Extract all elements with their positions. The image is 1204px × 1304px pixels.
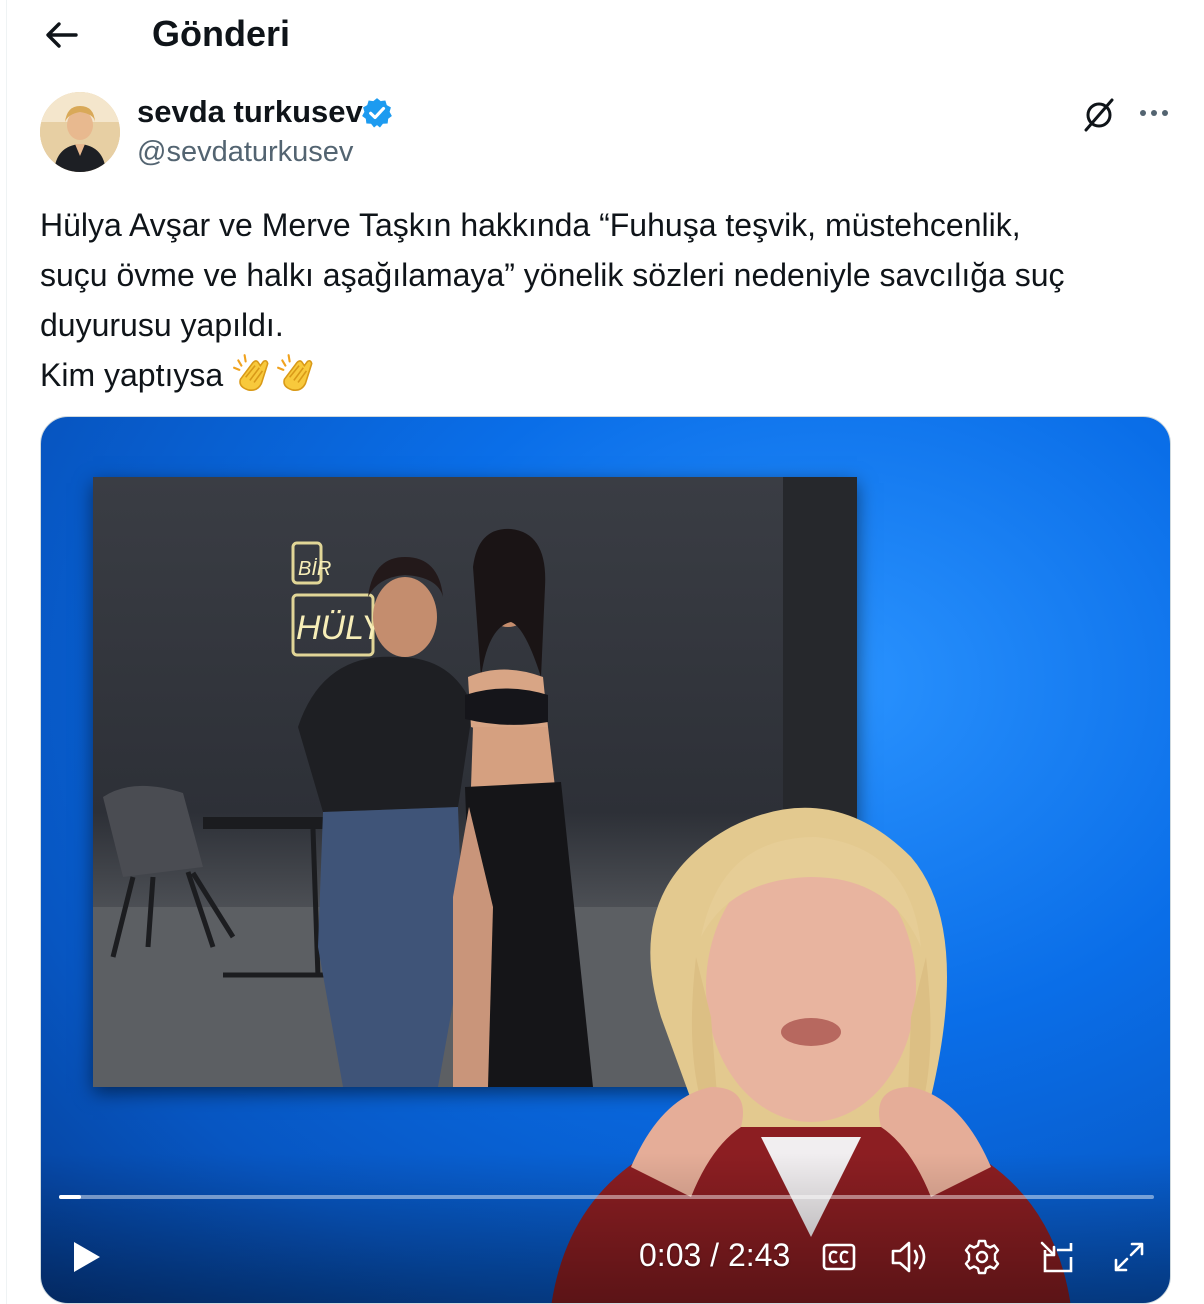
back-button[interactable] — [36, 14, 86, 56]
grok-icon[interactable] — [1080, 96, 1118, 134]
verified-badge-icon[interactable] — [360, 96, 394, 130]
settings-button[interactable] — [959, 1235, 1005, 1279]
video-player[interactable]: BİR HÜLY 0:03 / 2:43 — [40, 416, 1171, 1304]
video-progress-bar[interactable] — [59, 1195, 1154, 1199]
more-options-button[interactable] — [1134, 96, 1174, 130]
volume-icon — [891, 1241, 926, 1273]
author-display-name[interactable]: sevda turkusev — [137, 94, 363, 130]
avatar[interactable] — [40, 92, 120, 172]
picture-in-picture-button[interactable] — [1033, 1235, 1081, 1279]
more-dot-icon — [1140, 110, 1146, 116]
more-dot-icon — [1162, 110, 1168, 116]
arrow-left-icon — [46, 22, 78, 48]
clapping-hands-icon — [233, 354, 269, 391]
tweet-text: Hülya Avşar ve Merve Taşkın hakkında “Fu… — [40, 200, 1180, 400]
tweet-line: duyurusu yapıldı. — [40, 307, 284, 343]
video-progress-fill — [59, 1195, 81, 1199]
video-controls-scrim — [41, 1153, 1170, 1303]
tweet-line: Hülya Avşar ve Merve Taşkın hakkında “Fu… — [40, 207, 1021, 243]
captions-button[interactable] — [817, 1235, 861, 1279]
tweet-line-text: Kim yaptıysa — [40, 357, 224, 393]
more-dot-icon — [1151, 110, 1157, 116]
play-button[interactable] — [67, 1235, 107, 1279]
page-header: Gönderi — [0, 0, 1204, 72]
column-divider — [6, 0, 7, 1304]
avatar-image — [40, 92, 120, 172]
fullscreen-icon — [1114, 1242, 1144, 1272]
video-time: 0:03 / 2:43 — [639, 1237, 791, 1273]
settings-gear-icon — [964, 1239, 1000, 1275]
neon-sign-text: BİR — [298, 558, 331, 580]
volume-button[interactable] — [885, 1235, 935, 1279]
author-handle[interactable]: @sevdaturkusev — [137, 136, 353, 169]
neon-sign-text: HÜLY — [296, 609, 386, 647]
tweet-line: suçu övme ve halkı aşağılamaya” yönelik … — [40, 257, 1065, 293]
play-icon — [74, 1242, 100, 1272]
closed-captions-icon — [822, 1243, 856, 1271]
fullscreen-button[interactable] — [1107, 1235, 1151, 1279]
picture-in-picture-icon — [1040, 1241, 1073, 1273]
page-title: Gönderi — [152, 13, 291, 54]
clapping-hands-icon — [277, 354, 313, 391]
tweet-line: Kim yaptıysa — [40, 350, 1180, 400]
